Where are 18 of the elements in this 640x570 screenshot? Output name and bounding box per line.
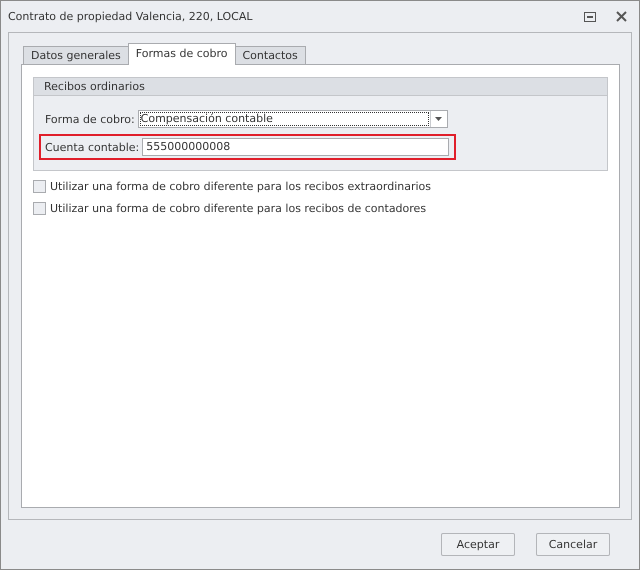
- field-label: Cuenta contable:: [45, 140, 140, 154]
- dialog-button[interactable]: Cancelar: [536, 533, 610, 556]
- close-icon[interactable]: [616, 11, 627, 22]
- input-field[interactable]: 555000000008: [142, 138, 450, 156]
- tab[interactable]: Datos generales: [23, 46, 129, 64]
- checkbox[interactable]: [33, 180, 46, 193]
- checkbox[interactable]: [33, 202, 46, 215]
- checkbox-label: Utilizar una forma de cobro diferente para los recibos de contadores: [50, 202, 426, 215]
- tab[interactable]: Contactos: [234, 46, 306, 64]
- caret-icon: [435, 117, 442, 121]
- dropdown-field[interactable]: Compensación contable: [138, 110, 448, 128]
- tab[interactable]: Formas de cobro: [128, 43, 236, 65]
- dialog-button[interactable]: Aceptar: [441, 533, 515, 556]
- window-title: Contrato de propiedad Valencia, 220, LOCAL: [8, 10, 253, 23]
- checkbox-label: Utilizar una forma de cobro diferente para los recibos extraordinarios: [50, 180, 432, 193]
- restore-icon[interactable]: [584, 12, 596, 22]
- field-label: Forma de cobro:: [45, 112, 135, 126]
- group-title: Recibos ordinarios: [34, 78, 607, 96]
